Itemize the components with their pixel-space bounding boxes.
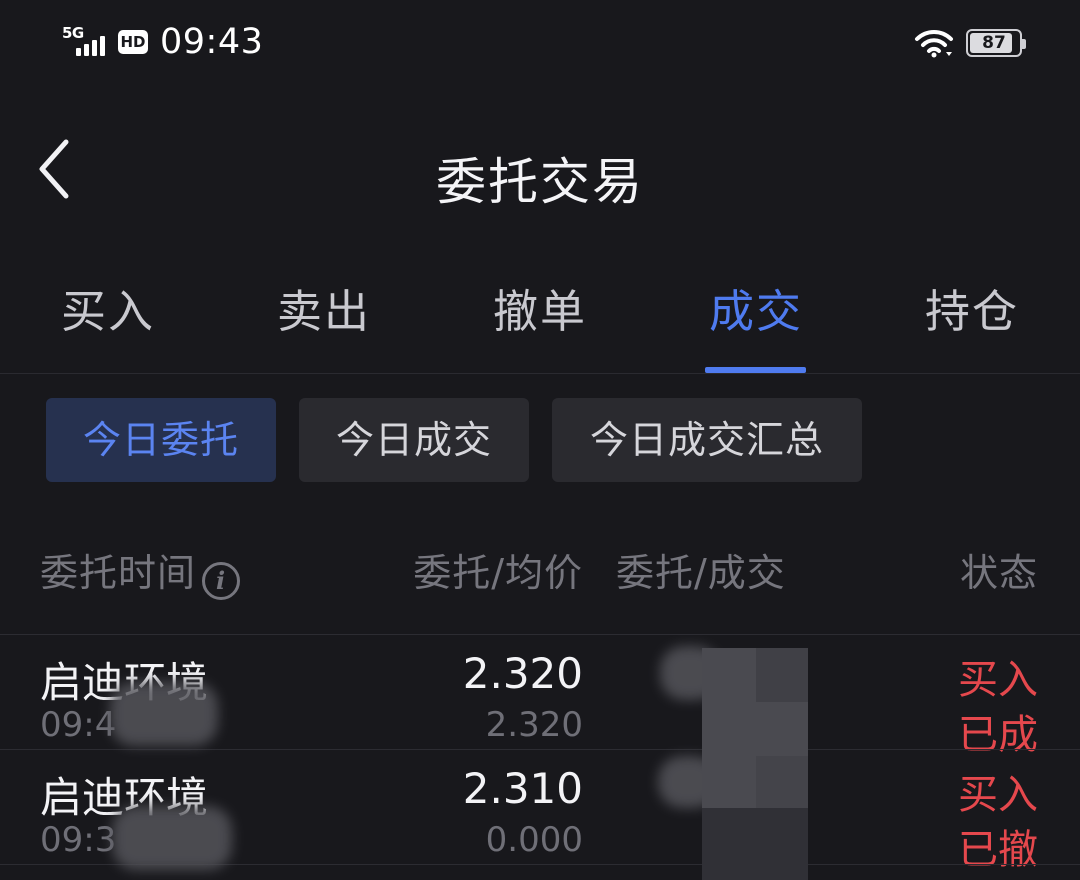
hd-badge: HD [118, 30, 148, 54]
status-bar-right: 87 [914, 26, 1026, 60]
battery-icon: 87 [966, 29, 1026, 57]
battery-percent: 87 [982, 33, 1006, 53]
tab-positions[interactable]: 持仓 [864, 272, 1080, 372]
average-price: 0.000 [485, 820, 583, 860]
page-title: 委托交易 [436, 153, 644, 211]
tab-buy[interactable]: 买入 [0, 272, 216, 372]
order-time: 09:4 [40, 705, 117, 745]
subtab-today-deals-summary[interactable]: 今日成交汇总 [552, 398, 862, 482]
signal-icon: 5G [62, 24, 112, 60]
average-price: 2.320 [485, 705, 583, 745]
status-bar-left: 5G HD 09:43 [62, 22, 263, 62]
status-bar: 5G HD 09:43 87 [0, 0, 1080, 86]
subtab-today-deals[interactable]: 今日成交 [299, 398, 529, 482]
col-quantity: 委托/成交 [616, 551, 786, 595]
col-order-time-label: 委托时间 [40, 551, 197, 595]
order-side: 买入 [958, 772, 1038, 818]
subtab-today-orders[interactable]: 今日委托 [46, 398, 276, 482]
main-tabs: 买入 卖出 撤单 成交 持仓 [0, 272, 1080, 372]
tab-cancel[interactable]: 撤单 [432, 272, 648, 372]
col-price: 委托/均价 [413, 551, 583, 595]
tab-deals[interactable]: 成交 [648, 272, 864, 372]
order-side: 买入 [958, 657, 1038, 703]
col-order-time: 委托时间 i [40, 548, 241, 600]
status-time: 09:43 [160, 22, 264, 62]
redaction-mosaic [756, 756, 808, 808]
tabs-divider [0, 373, 1080, 374]
redaction-mosaic [756, 648, 808, 702]
col-status: 状态 [959, 551, 1038, 595]
order-price: 2.310 [462, 764, 583, 813]
tab-sell[interactable]: 卖出 [216, 272, 432, 372]
redaction-blur [110, 682, 218, 746]
wifi-icon [915, 29, 953, 58]
info-icon[interactable]: i [202, 562, 241, 600]
nav-header: 委托交易 [0, 110, 1080, 230]
order-price: 2.320 [462, 649, 583, 698]
trading-screen: 5G HD 09:43 87 委托交易 买入 卖出 撤单 成交 持仓 今日委托 … [0, 0, 1080, 880]
redaction-blur [112, 806, 232, 870]
redaction-mosaic [702, 808, 808, 880]
order-time: 09:3 [40, 820, 117, 860]
